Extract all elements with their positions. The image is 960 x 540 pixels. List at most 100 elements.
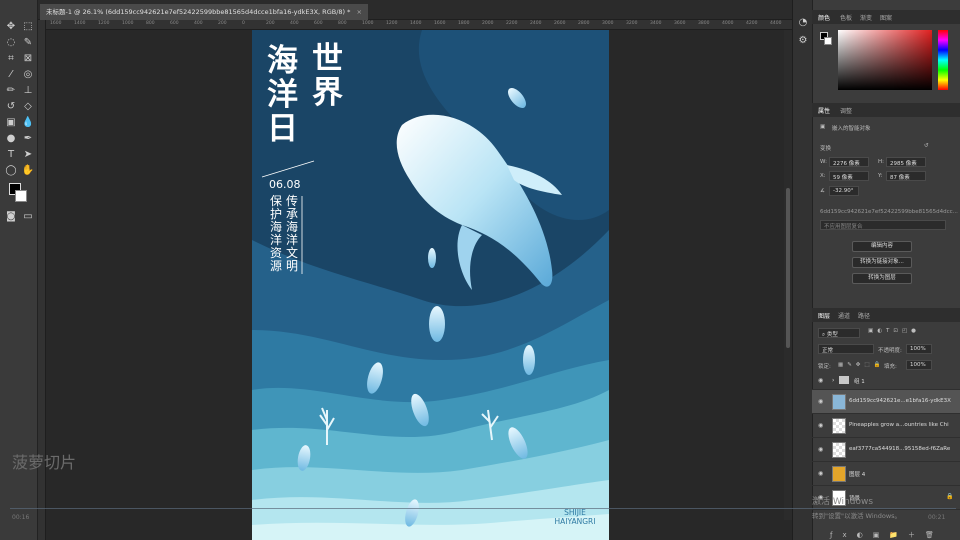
ruler-tick-label: 600 — [170, 21, 179, 26]
tab-channels[interactable]: 通道 — [838, 311, 850, 320]
footer-line: HAIYANGRI — [554, 517, 596, 526]
scrollbar-thumb[interactable] — [786, 188, 790, 348]
filter-kind-label: 类型 — [826, 332, 838, 338]
opacity-field[interactable]: 100% — [906, 344, 932, 354]
quick-mask-icon[interactable]: ◙ — [4, 210, 18, 224]
ruler-tick-label: 2600 — [554, 21, 566, 26]
chevron-right-icon[interactable]: › — [832, 377, 834, 384]
linked-file-name: 6dd159cc942621e7ef52422599bbe81565d4dcc.… — [820, 209, 958, 215]
tab-gradients[interactable]: 渐变 — [860, 13, 872, 22]
height-field[interactable]: 2985 像素 — [886, 157, 926, 167]
stamp-tool-icon[interactable]: ⊥ — [21, 84, 35, 98]
time-elapsed: 00:16 — [12, 514, 30, 521]
reset-transform-icon[interactable]: ↺ — [924, 143, 929, 149]
color-picker-field[interactable] — [838, 30, 932, 90]
close-icon[interactable]: × — [356, 8, 361, 16]
hue-slider[interactable] — [938, 30, 948, 90]
slogan-char: 源 — [270, 259, 283, 273]
move-tool-icon[interactable]: ✥ — [4, 20, 18, 34]
crop-tool-icon[interactable]: ⌗ — [4, 52, 18, 66]
y-field[interactable]: 87 像素 — [886, 171, 926, 181]
title-char: 海 — [267, 43, 298, 79]
brush-tool-icon[interactable]: ✏ — [4, 84, 18, 98]
eyedropper-icon[interactable]: ⁄ — [4, 68, 18, 82]
ruler-tick-label: 600 — [314, 21, 323, 26]
convert-to-layers-button[interactable]: 转换为图层 — [852, 273, 912, 284]
type-tool-icon[interactable]: T — [4, 148, 18, 162]
history-brush-icon[interactable]: ↺ — [4, 100, 18, 114]
history-panel-icon[interactable]: ◔ — [796, 16, 810, 30]
layer-thumbnail — [832, 418, 846, 434]
bg-color-chip[interactable] — [824, 37, 832, 45]
w-label: W: — [820, 159, 827, 165]
layer-name: Pineapples grow a...ountries like Chi — [849, 422, 949, 428]
ruler-tick-label: 3600 — [674, 21, 686, 26]
layer-name: 6dd159cc942621e...e1bfa16-ydkE3X — [849, 398, 951, 404]
healing-brush-icon[interactable]: ◎ — [21, 68, 35, 82]
libraries-panel-icon[interactable]: ⚙ — [796, 34, 810, 48]
layer-row[interactable]: ◉ 图层 4 — [812, 462, 960, 486]
artboard-tool-icon[interactable]: ⬚ — [21, 20, 35, 34]
ruler-tick-label: 4200 — [746, 21, 758, 26]
layers-bottom-icons[interactable]: ƒx◐▣📁＋🗑 — [830, 530, 944, 540]
frame-tool-icon[interactable]: ⊠ — [21, 52, 35, 66]
object-type-label: 嵌入的智能对象 — [832, 126, 871, 132]
edit-contents-button[interactable]: 编辑内容 — [852, 241, 912, 252]
background-color-swatch[interactable] — [15, 190, 27, 202]
ruler-tick-label: 0 — [242, 21, 245, 26]
tab-color[interactable]: 颜色 — [818, 13, 830, 22]
dodge-tool-icon[interactable]: ● — [4, 132, 18, 146]
ruler-tick-label: 800 — [338, 21, 347, 26]
ruler-tick-label: 3200 — [626, 21, 638, 26]
blend-mode-select[interactable]: 正常 — [818, 344, 874, 354]
eye-icon[interactable]: ◉ — [818, 377, 823, 384]
x-field[interactable]: 59 像素 — [829, 171, 869, 181]
tab-properties[interactable]: 属性 — [818, 106, 830, 115]
eye-icon[interactable]: ◉ — [818, 470, 823, 477]
pen-tool-icon[interactable]: ✒ — [21, 132, 35, 146]
ruler-tick-label: 200 — [218, 21, 227, 26]
title-char: 日 — [267, 111, 298, 147]
layer-filter-icons[interactable]: ▣◐T⊡◰● — [868, 328, 920, 334]
eye-icon[interactable]: ◉ — [818, 446, 823, 453]
video-progress-line[interactable] — [10, 508, 956, 509]
shape-tool-icon[interactable]: ◯ — [4, 164, 18, 178]
lock-label: 锁定: — [818, 364, 831, 370]
y-label: Y: — [878, 173, 883, 179]
layer-row-selected[interactable]: ◉ 6dd159cc942621e...e1bfa16-ydkE3X — [812, 390, 960, 414]
blur-tool-icon[interactable]: 💧 — [21, 116, 35, 130]
layer-row[interactable]: ◉ Pineapples grow a...ountries like Chi — [812, 414, 960, 438]
document-tab-bar: 未标题-1 @ 26.1% (6dd159cc942621e7ef5242259… — [38, 0, 792, 20]
angle-field[interactable]: -32.90° — [829, 186, 859, 196]
poster-artwork[interactable]: 海 洋 日 世 界 06.08 保 护 海 洋 资 源 传 承 海 洋 文 明 … — [252, 30, 609, 540]
lock-icons[interactable]: ▦✎✥⬚🔒 — [838, 362, 884, 368]
fill-field[interactable]: 100% — [906, 360, 932, 370]
eraser-tool-icon[interactable]: ◇ — [21, 100, 35, 114]
ruler-tick-label: 1400 — [74, 21, 86, 26]
eye-icon[interactable]: ◉ — [818, 422, 823, 429]
quick-select-icon[interactable]: ✎ — [21, 36, 35, 50]
layer-comp-select[interactable]: 不应用图层复合 — [820, 220, 946, 230]
tab-swatches[interactable]: 色板 — [840, 13, 852, 22]
width-field[interactable]: 2276 像素 — [829, 157, 869, 167]
eye-icon[interactable]: ◉ — [818, 398, 823, 405]
tab-patterns[interactable]: 图案 — [880, 13, 892, 22]
tab-adjustments[interactable]: 调整 — [840, 106, 852, 115]
tab-paths[interactable]: 路径 — [858, 311, 870, 320]
footer-line: SHIJIE — [564, 508, 586, 517]
gradient-tool-icon[interactable]: ▣ — [4, 116, 18, 130]
layer-thumbnail — [832, 394, 846, 410]
lasso-tool-icon[interactable]: ◌ — [4, 36, 18, 50]
ocean-waves-illustration — [252, 30, 609, 540]
hand-tool-icon[interactable]: ✋ — [21, 164, 35, 178]
title-char: 界 — [312, 75, 343, 111]
screen-mode-icon[interactable]: ▭ — [21, 210, 35, 224]
layer-filter-select[interactable]: ⌕ 类型 — [818, 328, 860, 338]
layer-row[interactable]: ◉ › 组 1 — [812, 372, 960, 390]
convert-to-linked-button[interactable]: 转换为链接对象... — [852, 257, 912, 268]
poster-footer: SHIJIE HAIYANGRI — [545, 508, 605, 526]
tab-layers[interactable]: 图层 — [818, 311, 830, 320]
document-tab[interactable]: 未标题-1 @ 26.1% (6dd159cc942621e7ef5242259… — [40, 4, 368, 20]
path-select-icon[interactable]: ➤ — [21, 148, 35, 162]
layer-row[interactable]: ◉ eaf3777ca544918...95158ed-f6ZaRe — [812, 438, 960, 462]
